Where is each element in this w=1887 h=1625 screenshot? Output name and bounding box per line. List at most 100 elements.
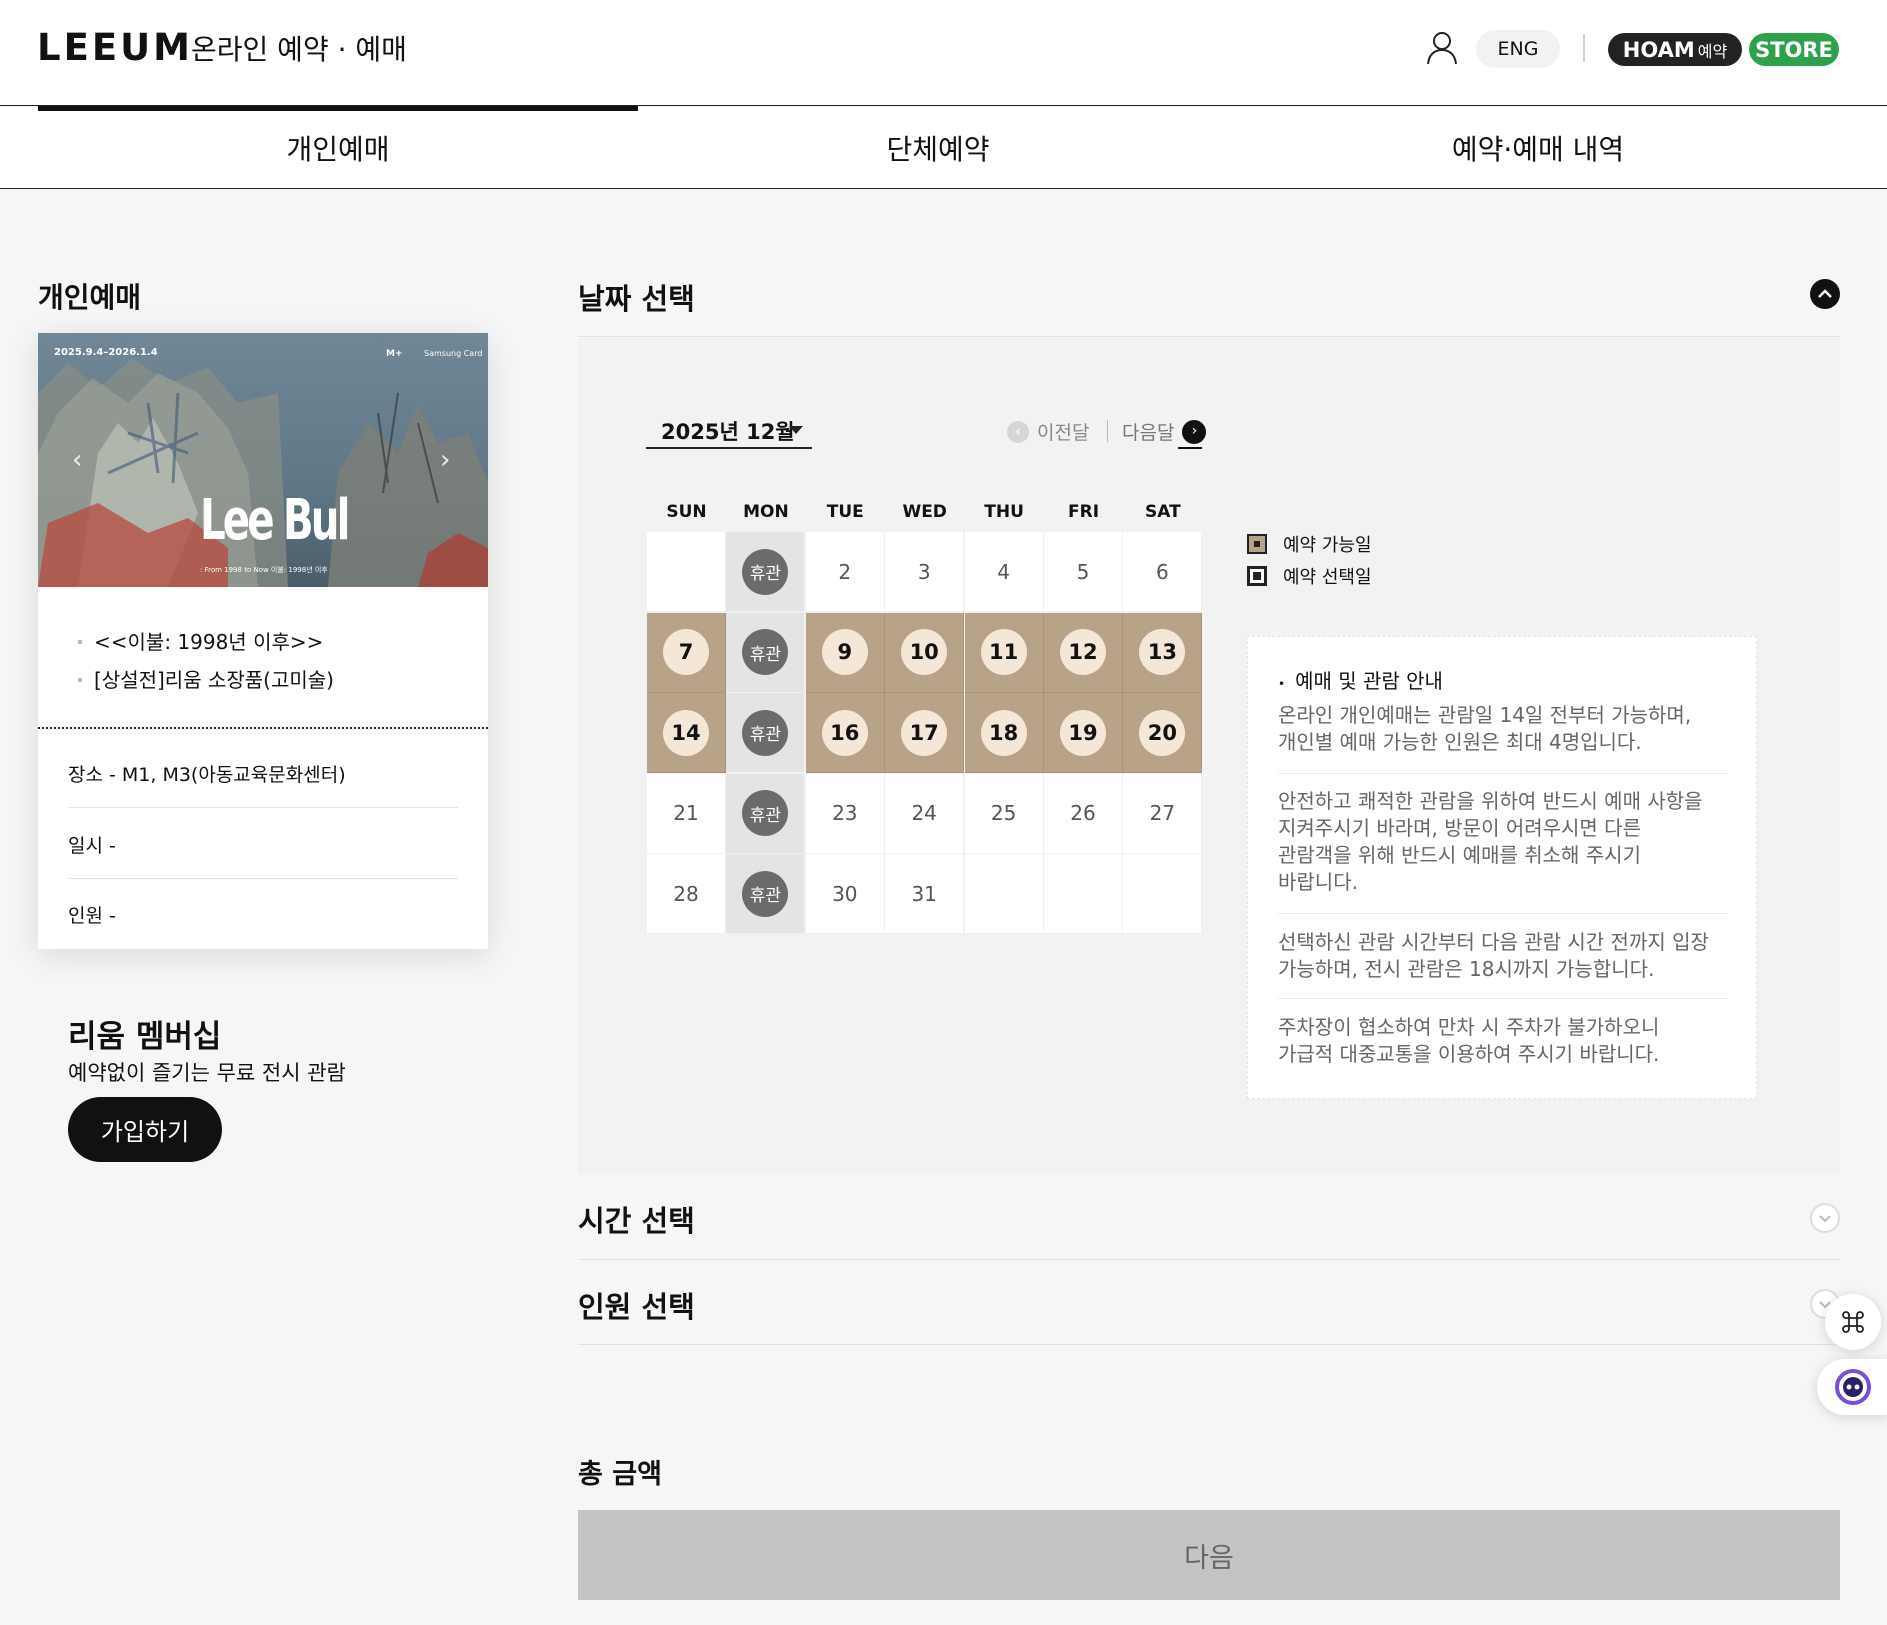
user-icon[interactable] xyxy=(1425,30,1459,66)
tab-group[interactable]: 단체예약 xyxy=(638,107,1238,189)
calendar-day: 휴관 xyxy=(726,773,806,854)
notice-divider xyxy=(1278,998,1728,999)
leeum-logo[interactable]: LEEUM xyxy=(37,26,193,69)
notice-box: • 예매 및 관람 안내 온라인 개인예매는 관람일 14일 전부터 가능하며, … xyxy=(1247,636,1757,1099)
available-day-number: 17 xyxy=(901,709,948,756)
closed-badge: 휴관 xyxy=(742,629,789,675)
notice-item: 주차장이 협소하여 만차 시 주차가 불가하오니 가급적 대중교통을 이용하여 … xyxy=(1278,1014,1728,1068)
hoam-reservation-button[interactable]: HOAM 예약 xyxy=(1608,33,1742,66)
day-number: 24 xyxy=(911,801,937,825)
calendar-day xyxy=(1123,854,1203,934)
header-divider xyxy=(1583,34,1585,62)
notice-line: 온라인 개인예매는 관람일 14일 전부터 가능하며, xyxy=(1278,703,1692,727)
notice-line: 안전하고 쾌적한 관람을 위하여 반드시 예매 사항을 xyxy=(1278,789,1703,813)
calendar-day[interactable]: 18 xyxy=(964,693,1044,773)
total-amount-label: 총 금액 xyxy=(578,1459,662,1490)
notice-line: 선택하신 관람 시간부터 다음 관람 시간 전까지 입장 xyxy=(1278,930,1709,954)
weekday-label: MON xyxy=(743,502,789,522)
closed-badge: 휴관 xyxy=(742,790,789,836)
card-divider xyxy=(38,727,488,729)
weekday-label: FRI xyxy=(1067,502,1100,522)
calendar-day[interactable]: 7 xyxy=(647,612,726,693)
day-number: 23 xyxy=(832,801,858,825)
legend-available-label: 예약 가능일 xyxy=(1283,535,1372,556)
membership-description: 예약없이 즐기는 무료 전시 관람 xyxy=(68,1061,346,1085)
closed-badge: 휴관 xyxy=(742,870,789,917)
available-day-number: 9 xyxy=(821,629,868,675)
calendar-day[interactable]: 14 xyxy=(647,693,726,773)
expand-time-button[interactable] xyxy=(1810,1203,1840,1233)
hoam-label: HOAM xyxy=(1622,37,1695,62)
available-day-number: 14 xyxy=(663,709,709,756)
store-button[interactable]: STORE xyxy=(1749,33,1839,66)
tab-history[interactable]: 예약·예매 내역 xyxy=(1238,107,1838,189)
bullet-icon: • xyxy=(1278,677,1286,691)
calendar-day[interactable]: 13 xyxy=(1123,612,1203,693)
poster-prev-arrow-icon[interactable]: ‹ xyxy=(72,445,82,475)
notice-divider xyxy=(1278,773,1728,774)
weekday-label: SAT xyxy=(1145,502,1181,522)
calendar-day[interactable]: 10 xyxy=(885,612,965,693)
section-divider xyxy=(578,1259,1840,1260)
available-day-number: 12 xyxy=(1060,629,1106,675)
poster-next-arrow-icon[interactable]: › xyxy=(440,445,450,475)
day-number: 26 xyxy=(1070,801,1096,825)
month-dropdown[interactable]: 2025년 12월 xyxy=(646,412,812,449)
month-label: 2025년 12월 xyxy=(661,420,795,444)
chevron-left-icon: ‹ xyxy=(1007,420,1029,443)
info-divider xyxy=(68,878,458,879)
calendar-day[interactable]: 11 xyxy=(964,612,1044,693)
weekday-label: SUN xyxy=(666,502,707,522)
calendar-day[interactable]: 20 xyxy=(1123,693,1203,773)
calendar-day: 21 xyxy=(647,773,726,854)
calendar-day[interactable]: 12 xyxy=(1044,612,1123,693)
info-divider xyxy=(68,807,458,808)
language-button[interactable]: ENG xyxy=(1476,30,1560,68)
poster-artist-name: Lee Bul xyxy=(200,488,350,553)
notice-line: 바랍니다. xyxy=(1278,870,1358,894)
prev-month-label: 이전달 xyxy=(1037,422,1090,444)
exhibition-list: <<이불: 1998년 이후>> [상설전]리움 소장품(고미술) xyxy=(74,623,334,699)
available-day-number: 16 xyxy=(821,709,868,756)
legend-selected-swatch xyxy=(1247,566,1267,586)
calendar-day xyxy=(1044,854,1123,934)
calendar-day: 30 xyxy=(805,854,885,934)
place-info: 장소 - M1, M3(아동교육문화센터) xyxy=(68,764,346,786)
exhibition-item: [상설전]리움 소장품(고미술) xyxy=(74,661,334,699)
prev-month-button[interactable]: ‹ 이전달 xyxy=(1007,418,1089,445)
calendar-day[interactable]: 19 xyxy=(1044,693,1123,773)
hoam-sub-label: 예약 xyxy=(1697,41,1728,61)
people-info: 인원 - xyxy=(68,905,116,927)
notice-heading-text: 예매 및 관람 안내 xyxy=(1295,669,1443,693)
calendar-day: 5 xyxy=(1044,532,1123,612)
tab-individual[interactable]: 개인예매 xyxy=(38,106,638,189)
day-number: 30 xyxy=(832,881,858,906)
notice-heading: • 예매 및 관람 안내 xyxy=(1278,665,1443,694)
command-icon xyxy=(1842,1311,1864,1333)
chatbot-button[interactable] xyxy=(1817,1359,1887,1415)
join-membership-button[interactable]: 가입하기 xyxy=(68,1097,222,1162)
quick-menu-button[interactable] xyxy=(1825,1294,1881,1350)
date-section-title: 날짜 선택 xyxy=(578,282,695,316)
chevron-right-icon: › xyxy=(1182,419,1207,444)
next-month-underline xyxy=(1178,447,1202,449)
chevron-down-icon xyxy=(1819,1215,1831,1223)
notice-line: 주차장이 협소하여 만차 시 주차가 불가하오니 xyxy=(1278,1015,1660,1039)
section-divider xyxy=(578,336,1840,337)
next-month-label: 다음달 xyxy=(1122,422,1175,444)
notice-line: 지켜주시기 바라며, 방문이 어려우시면 다른 xyxy=(1278,816,1641,840)
calendar-day[interactable]: 17 xyxy=(885,693,965,773)
collapse-date-button[interactable] xyxy=(1810,279,1840,309)
next-month-button[interactable]: 다음달 › xyxy=(1122,418,1207,449)
exhibition-item: <<이불: 1998년 이후>> xyxy=(74,623,334,661)
calendar-day: 23 xyxy=(805,773,885,854)
calendar-day: 31 xyxy=(885,854,965,934)
calendar-day[interactable]: 9 xyxy=(805,612,885,693)
calendar-day[interactable]: 16 xyxy=(805,693,885,773)
poster-sponsor: Samsung Card xyxy=(424,349,483,358)
weekday-label: WED xyxy=(902,502,947,522)
notice-divider xyxy=(1278,913,1728,914)
closed-badge: 휴관 xyxy=(742,548,789,595)
next-step-button[interactable]: 다음 xyxy=(578,1510,1840,1600)
calendar-day: 3 xyxy=(885,532,965,612)
